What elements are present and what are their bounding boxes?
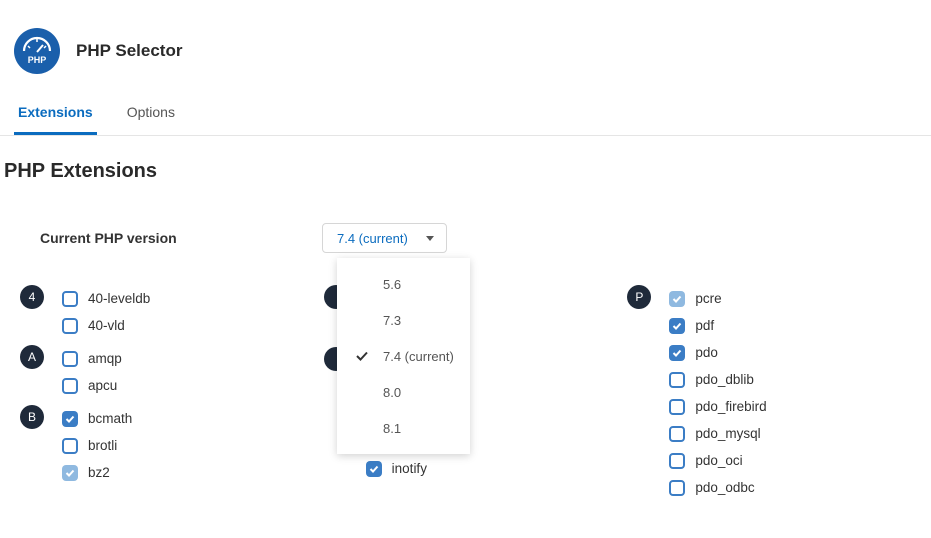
checkbox[interactable] xyxy=(366,461,382,477)
ext-amqp[interactable]: amqp xyxy=(62,345,122,372)
group-badge-b: B xyxy=(20,405,44,429)
checkbox[interactable] xyxy=(669,426,685,442)
ext-inotify[interactable]: inotify xyxy=(366,455,427,482)
php-version-dropdown[interactable]: 7.4 (current) xyxy=(322,223,447,253)
checkbox[interactable] xyxy=(62,351,78,367)
group-badge-a: A xyxy=(20,345,44,369)
tab-options[interactable]: Options xyxy=(123,92,179,135)
version-option-7-4[interactable]: 7.4 (current) xyxy=(337,338,470,374)
checkbox[interactable] xyxy=(62,411,78,427)
svg-text:PHP: PHP xyxy=(28,55,47,65)
php-version-selected: 7.4 (current) xyxy=(337,231,408,246)
ext-brotli[interactable]: brotli xyxy=(62,432,132,459)
ext-40-leveldb[interactable]: 40-leveldb xyxy=(62,285,150,312)
check-icon xyxy=(355,349,369,363)
checkbox[interactable] xyxy=(669,345,685,361)
ext-apcu[interactable]: apcu xyxy=(62,372,122,399)
ext-pdo-dblib[interactable]: pdo_dblib xyxy=(669,366,766,393)
ext-pdo-firebird[interactable]: pdo_firebird xyxy=(669,393,766,420)
ext-bz2[interactable]: bz2 xyxy=(62,459,132,486)
checkbox[interactable] xyxy=(62,318,78,334)
ext-pdo-odbc[interactable]: pdo_odbc xyxy=(669,474,766,501)
checkbox[interactable] xyxy=(669,372,685,388)
version-option-7-3[interactable]: 7.3 xyxy=(337,302,470,338)
checkbox[interactable] xyxy=(669,318,685,334)
ext-pdo-mysql[interactable]: pdo_mysql xyxy=(669,420,766,447)
version-option-8-0[interactable]: 8.0 xyxy=(337,374,470,410)
checkbox[interactable] xyxy=(669,480,685,496)
page-app-title: PHP Selector xyxy=(76,41,182,61)
version-option-8-1[interactable]: 8.1 xyxy=(337,410,470,446)
ext-pdf[interactable]: pdf xyxy=(669,312,766,339)
php-version-label: Current PHP version xyxy=(40,230,322,246)
chevron-down-icon xyxy=(426,236,434,241)
ext-40-vld[interactable]: 40-vld xyxy=(62,312,150,339)
ext-pcre[interactable]: pcre xyxy=(669,285,766,312)
group-badge-p: P xyxy=(627,285,651,309)
php-logo: PHP xyxy=(14,28,60,74)
tab-extensions[interactable]: Extensions xyxy=(14,92,97,135)
version-option-5-6[interactable]: 5.6 xyxy=(337,266,470,302)
checkbox[interactable] xyxy=(62,465,78,481)
php-version-menu: 5.6 7.3 7.4 (current) 8.0 8.1 xyxy=(337,258,470,454)
checkbox[interactable] xyxy=(62,438,78,454)
checkbox[interactable] xyxy=(62,291,78,307)
page-title: PHP Extensions xyxy=(0,136,931,201)
checkbox[interactable] xyxy=(669,399,685,415)
checkbox[interactable] xyxy=(669,453,685,469)
group-badge-4: 4 xyxy=(20,285,44,309)
ext-bcmath[interactable]: bcmath xyxy=(62,405,132,432)
ext-pdo-oci[interactable]: pdo_oci xyxy=(669,447,766,474)
ext-pdo[interactable]: pdo xyxy=(669,339,766,366)
checkbox[interactable] xyxy=(62,378,78,394)
checkbox[interactable] xyxy=(669,291,685,307)
